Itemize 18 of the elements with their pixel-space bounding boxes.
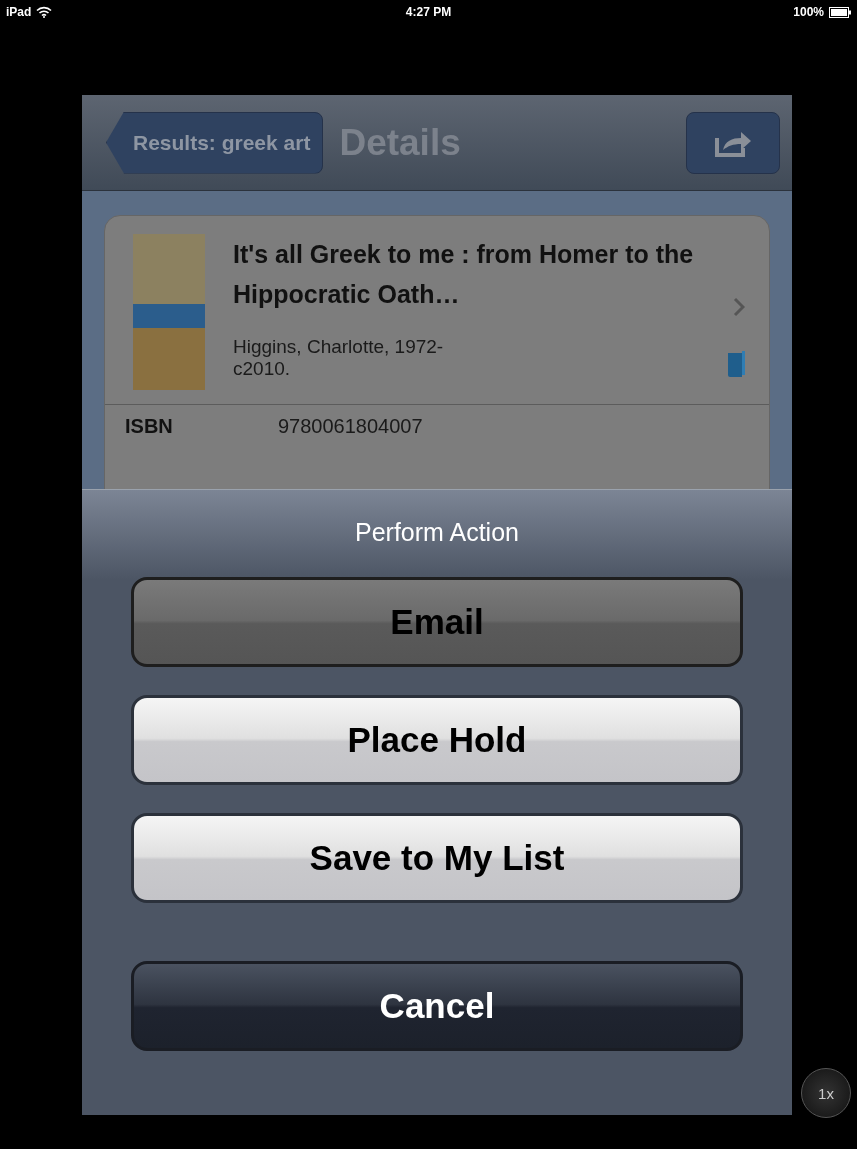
book-icon — [727, 351, 745, 377]
battery-percent: 100% — [793, 5, 824, 19]
action-sheet-title: Perform Action — [355, 518, 519, 547]
battery-icon — [829, 6, 851, 18]
field-label: ISBN — [125, 415, 174, 438]
device-name: iPad — [6, 5, 32, 19]
wifi-icon — [36, 6, 53, 18]
cancel-button[interactable]: Cancel — [131, 961, 743, 1051]
action-button[interactable]: Place Hold — [131, 695, 743, 785]
clock-time: 4:27 PM — [405, 5, 452, 19]
chevron-icon — [733, 297, 745, 317]
book-author: Higgins, Charlotte, 1972- — [233, 336, 445, 358]
field-value: 9780061804007 — [278, 415, 423, 438]
share-button[interactable] — [686, 111, 780, 174]
zoom-badge[interactable]: 1x — [801, 1068, 851, 1118]
book-title[interactable]: It's all Greek to me : from Homer to the Hippocratic Oath… — [233, 234, 713, 314]
book-date: c2010. — [233, 358, 292, 380]
action-button[interactable]: Save to My List — [131, 813, 743, 903]
